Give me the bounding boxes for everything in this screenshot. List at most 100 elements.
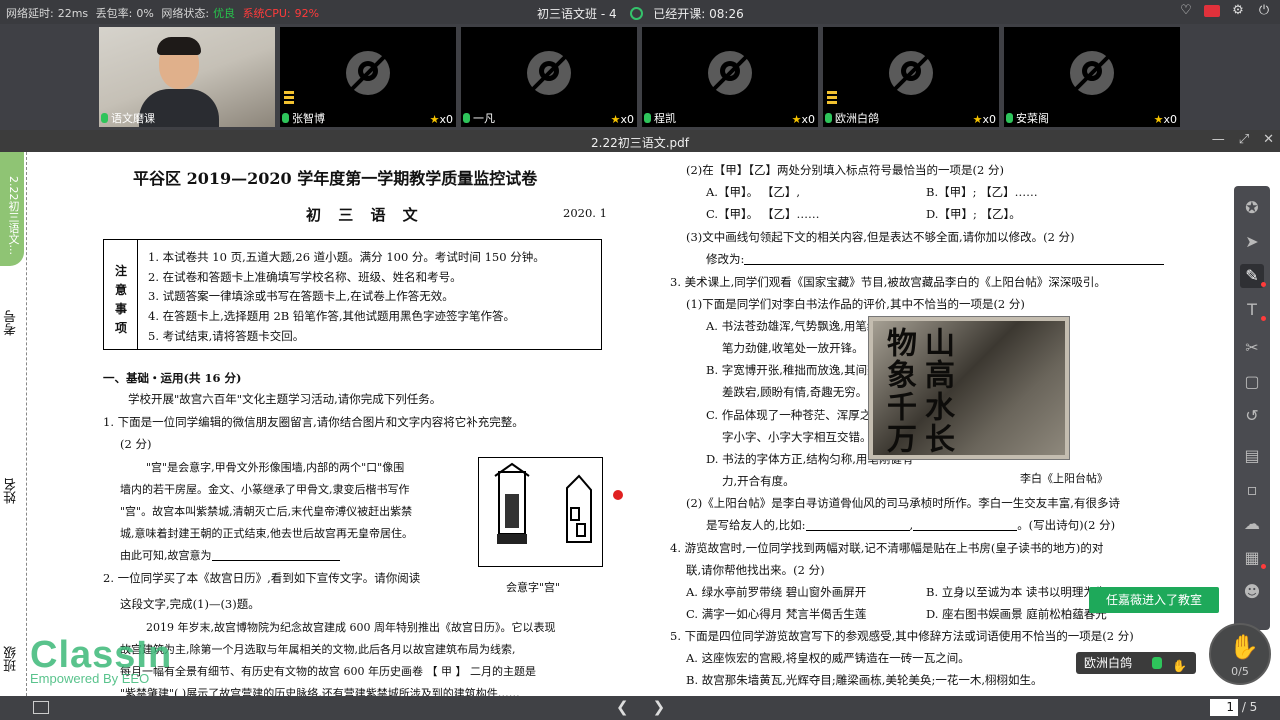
- minimize-icon[interactable]: —: [1212, 132, 1225, 147]
- video-tile-student[interactable]: 程凯 ★x0: [642, 27, 818, 127]
- option-c: C.【甲】。 【乙】……: [706, 207, 820, 221]
- next-page-icon[interactable]: ❯: [653, 698, 666, 716]
- exit-icon[interactable]: ⏻: [1256, 3, 1272, 19]
- subject-title: 初 三 语 文: [306, 206, 424, 224]
- latency-value: 22ms: [57, 7, 89, 20]
- tile-name: 安菜阁: [1016, 112, 1049, 125]
- cloud-icon[interactable]: ☁: [1240, 512, 1264, 536]
- page-indicator: 1 / 5: [1210, 699, 1257, 716]
- thumbnail-toggle-icon[interactable]: [33, 701, 49, 714]
- q2-line: 每月一幅有全景有细节、有历史有文物的故宫 600 年历史画卷 【 甲 】 二月的…: [120, 665, 536, 678]
- users-icon[interactable]: ☻: [1240, 580, 1264, 604]
- camera-off-icon: [346, 51, 390, 95]
- fullscreen-icon[interactable]: ⤢: [1239, 132, 1249, 147]
- question-3: 3. 美术课上,同学们观看《国家宝藏》节目,被故宫藏品李白的《上阳台帖》深深吸引…: [670, 275, 1106, 289]
- undo-icon[interactable]: ↺: [1240, 404, 1264, 428]
- top-status-bar: 网络延时: 22ms 丢包率: 0% 网络状态: 优良 系统CPU: 92% 初三语文班…: [0, 0, 1280, 24]
- q1-line: 由此可知,故宫意为: [120, 547, 340, 563]
- question-2-cont: 这段文字,完成(1)—(3)题。: [120, 597, 260, 611]
- video-tile-student[interactable]: 一凡 ★x0: [461, 27, 637, 127]
- clock-icon: [630, 7, 644, 20]
- loss-value: 0%: [136, 7, 154, 20]
- cpu-label: 系统CPU:: [242, 7, 291, 20]
- loss-label: 丢包率:: [95, 7, 133, 20]
- rc-line: 联,请你帮他找出来。(2 分): [686, 563, 825, 577]
- text-tool-icon[interactable]: T: [1240, 298, 1266, 322]
- exam-no-label: 考号: [4, 310, 19, 336]
- scissors-icon[interactable]: ✂: [1240, 336, 1264, 360]
- couplet-a: A. 绿水亭前罗带绕 碧山窗外画屏开: [686, 585, 867, 599]
- document-viewer[interactable]: 2.22初三语文... 考号 姓名 班级 平谷区 2019—2020 学年度第一…: [0, 152, 1280, 696]
- document-tab[interactable]: 2.22初三语文...: [0, 152, 24, 266]
- mic-icon: [825, 113, 832, 123]
- document-header: 2.22初三语文.pdf — ⤢ ✕: [0, 130, 1280, 152]
- couplet-c: C. 满字一如心得月 梵言半偈舌生莲: [686, 607, 867, 621]
- video-tile-student[interactable]: 安菜阁 ★x0: [1004, 27, 1180, 127]
- trophy-count: ★x0: [1153, 113, 1177, 126]
- answer-blank: [805, 519, 910, 531]
- section-heading: 一、基础・运用(共 16 分): [103, 371, 242, 385]
- rc-line: (2)《上阳台帖》是李白寻访道骨仙风的司马承桢时所作。李白一生交友丰富,有很多诗: [686, 496, 1120, 510]
- trophy-count: ★x0: [972, 113, 996, 126]
- rc-line: (3)文中画线句领起下文的相关内容,但是表达不够全面,请你加以修改。(2 分): [686, 230, 1075, 244]
- video-tile-student[interactable]: 欧洲白鸽 ★x0: [823, 27, 999, 127]
- notice-item: 3. 试题答案一律填涂或书写在答题卡上,在试卷上作答无效。: [148, 289, 454, 304]
- rc-line: 是写给友人的,比如:, 。(写出诗句)(2 分): [706, 518, 1116, 532]
- record-icon[interactable]: [1204, 5, 1220, 17]
- tile-label: 程凯: [644, 110, 676, 126]
- cpu-value: 92%: [294, 7, 320, 20]
- notice-box: 注意事项 1. 本试卷共 10 页,五道大题,26 道小题。满分 100 分。考…: [103, 239, 602, 350]
- trophy-count: ★x0: [610, 113, 634, 126]
- mic-icon: [282, 113, 289, 123]
- gear-icon[interactable]: ⚙: [1230, 3, 1246, 19]
- magic-wand-icon[interactable]: ✪: [1240, 196, 1264, 220]
- rc-line: 笔力劲健,收笔处一放开锋。: [722, 341, 864, 355]
- question-2: 2. 一位同学买了本《故宫日历》,看到如下宣传文字。请你阅读: [103, 571, 421, 585]
- q1-line: "宫"。故宫本叫紫禁城,清朝灭亡后,末代皇帝溥仪被赶出紫禁: [120, 505, 413, 518]
- hand-icon: ✋: [1229, 633, 1259, 661]
- trash-icon[interactable]: ▢: [1240, 370, 1264, 394]
- rc-line: 力,开合有度。: [722, 474, 795, 488]
- palace-caption: 会意字"宫": [506, 581, 561, 594]
- couplet-b: B. 立身以至诚为本 读书以明理为先: [926, 585, 1107, 599]
- pen-color-dot: [1261, 282, 1266, 287]
- hand-count: 0/5: [1231, 665, 1249, 678]
- pointer-tool-icon[interactable]: ➤: [1240, 230, 1264, 254]
- palace-character-image: [478, 457, 603, 567]
- q2-line: 故宫建筑为主,除第一个月选取与年属相关的文物,此后各月以故宫建筑布局为线索,: [120, 643, 516, 656]
- calligraphy-characters: 山高水长物象千万: [881, 327, 954, 455]
- bell-icon[interactable]: ♡: [1178, 3, 1194, 19]
- rc-line: 差跌宕,顾盼有情,奇趣无穷。: [722, 385, 868, 399]
- chat-icon[interactable]: ▫: [1240, 478, 1264, 502]
- q2-line: 2019 年岁末,故宫博物院为纪念故宫建成 600 周年特别推出《故宫日历》。它…: [146, 621, 556, 634]
- page-number-input[interactable]: 1: [1210, 699, 1238, 716]
- page-nav: ❮ ❯: [616, 698, 665, 716]
- video-tile-student[interactable]: 张智博 ★x0: [280, 27, 456, 127]
- tile-label: 安菜阁: [1006, 110, 1049, 126]
- raise-hand-button[interactable]: ✋ 0/5: [1209, 623, 1271, 685]
- net-status: 优良: [213, 7, 236, 20]
- rc-line: 字小字、小字大字相互交错。: [722, 430, 872, 444]
- started-label: 已经开课:: [653, 7, 706, 21]
- mic-icon: [644, 113, 651, 123]
- couplet-d: D. 座右图书娱画景 庭前松柏蕴春光: [926, 607, 1107, 621]
- name-label: 姓名: [4, 478, 19, 504]
- tile-label: 语文磨课: [101, 110, 155, 126]
- notes-icon[interactable]: ▤: [1240, 444, 1264, 468]
- video-tile-teacher[interactable]: 语文磨课: [99, 27, 275, 127]
- elapsed-time: 08:26: [709, 7, 744, 21]
- answer-blank: [211, 549, 340, 561]
- question-1-score: (2 分): [120, 437, 152, 451]
- question-1: 1. 下面是一位同学编辑的微信朋友圈留言,请你结合图片和文字内容将它补充完整。: [103, 415, 524, 429]
- mic-icon: [463, 113, 470, 123]
- tile-label: 欧洲白鸽: [825, 110, 879, 126]
- page-total: / 5: [1241, 700, 1258, 714]
- option-a: A.【甲】。 【乙】,: [706, 185, 801, 199]
- option-b: B.【甲】; 【乙】……: [926, 185, 1038, 199]
- prev-page-icon[interactable]: ❮: [616, 698, 629, 716]
- q1-line: 墙内的若干房屋。金文、小篆继承了甲骨文,隶变后楷书写作: [120, 483, 410, 496]
- toolbox-icon[interactable]: ▦: [1240, 546, 1266, 570]
- pen-tool-icon[interactable]: ✎: [1240, 264, 1266, 288]
- network-stats: 网络延时: 22ms 丢包率: 0% 网络状态: 优良 系统CPU: 92%: [6, 5, 323, 21]
- close-icon[interactable]: ✕: [1263, 132, 1274, 147]
